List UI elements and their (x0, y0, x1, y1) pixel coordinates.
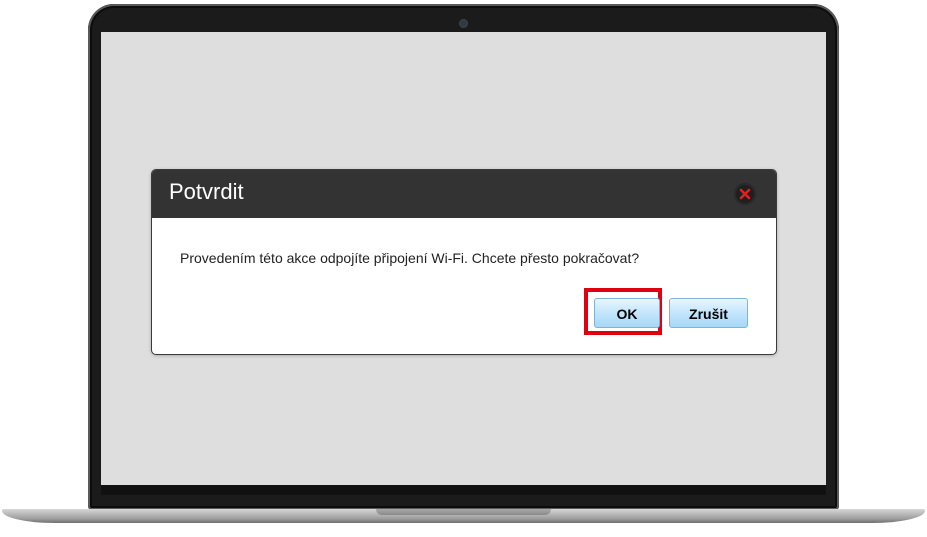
close-button[interactable] (734, 183, 756, 205)
dialog-title: Potvrdit (169, 179, 244, 204)
laptop-screen: Potvrdit Provedením této akce odpojíte p… (101, 32, 826, 485)
cancel-button[interactable]: Zrušit (669, 298, 748, 328)
dialog-header: Potvrdit (152, 170, 776, 218)
laptop-base-notch (376, 509, 551, 515)
screen-bottom-bezel (101, 485, 826, 495)
confirm-dialog: Potvrdit Provedením této akce odpojíte p… (152, 170, 776, 354)
laptop-frame: Potvrdit Provedením této akce odpojíte p… (0, 0, 927, 537)
dialog-message: Provedením této akce odpojíte připojení … (180, 250, 640, 266)
close-icon (739, 188, 751, 200)
webcam-icon (460, 20, 467, 27)
ok-button[interactable]: OK (594, 298, 660, 328)
